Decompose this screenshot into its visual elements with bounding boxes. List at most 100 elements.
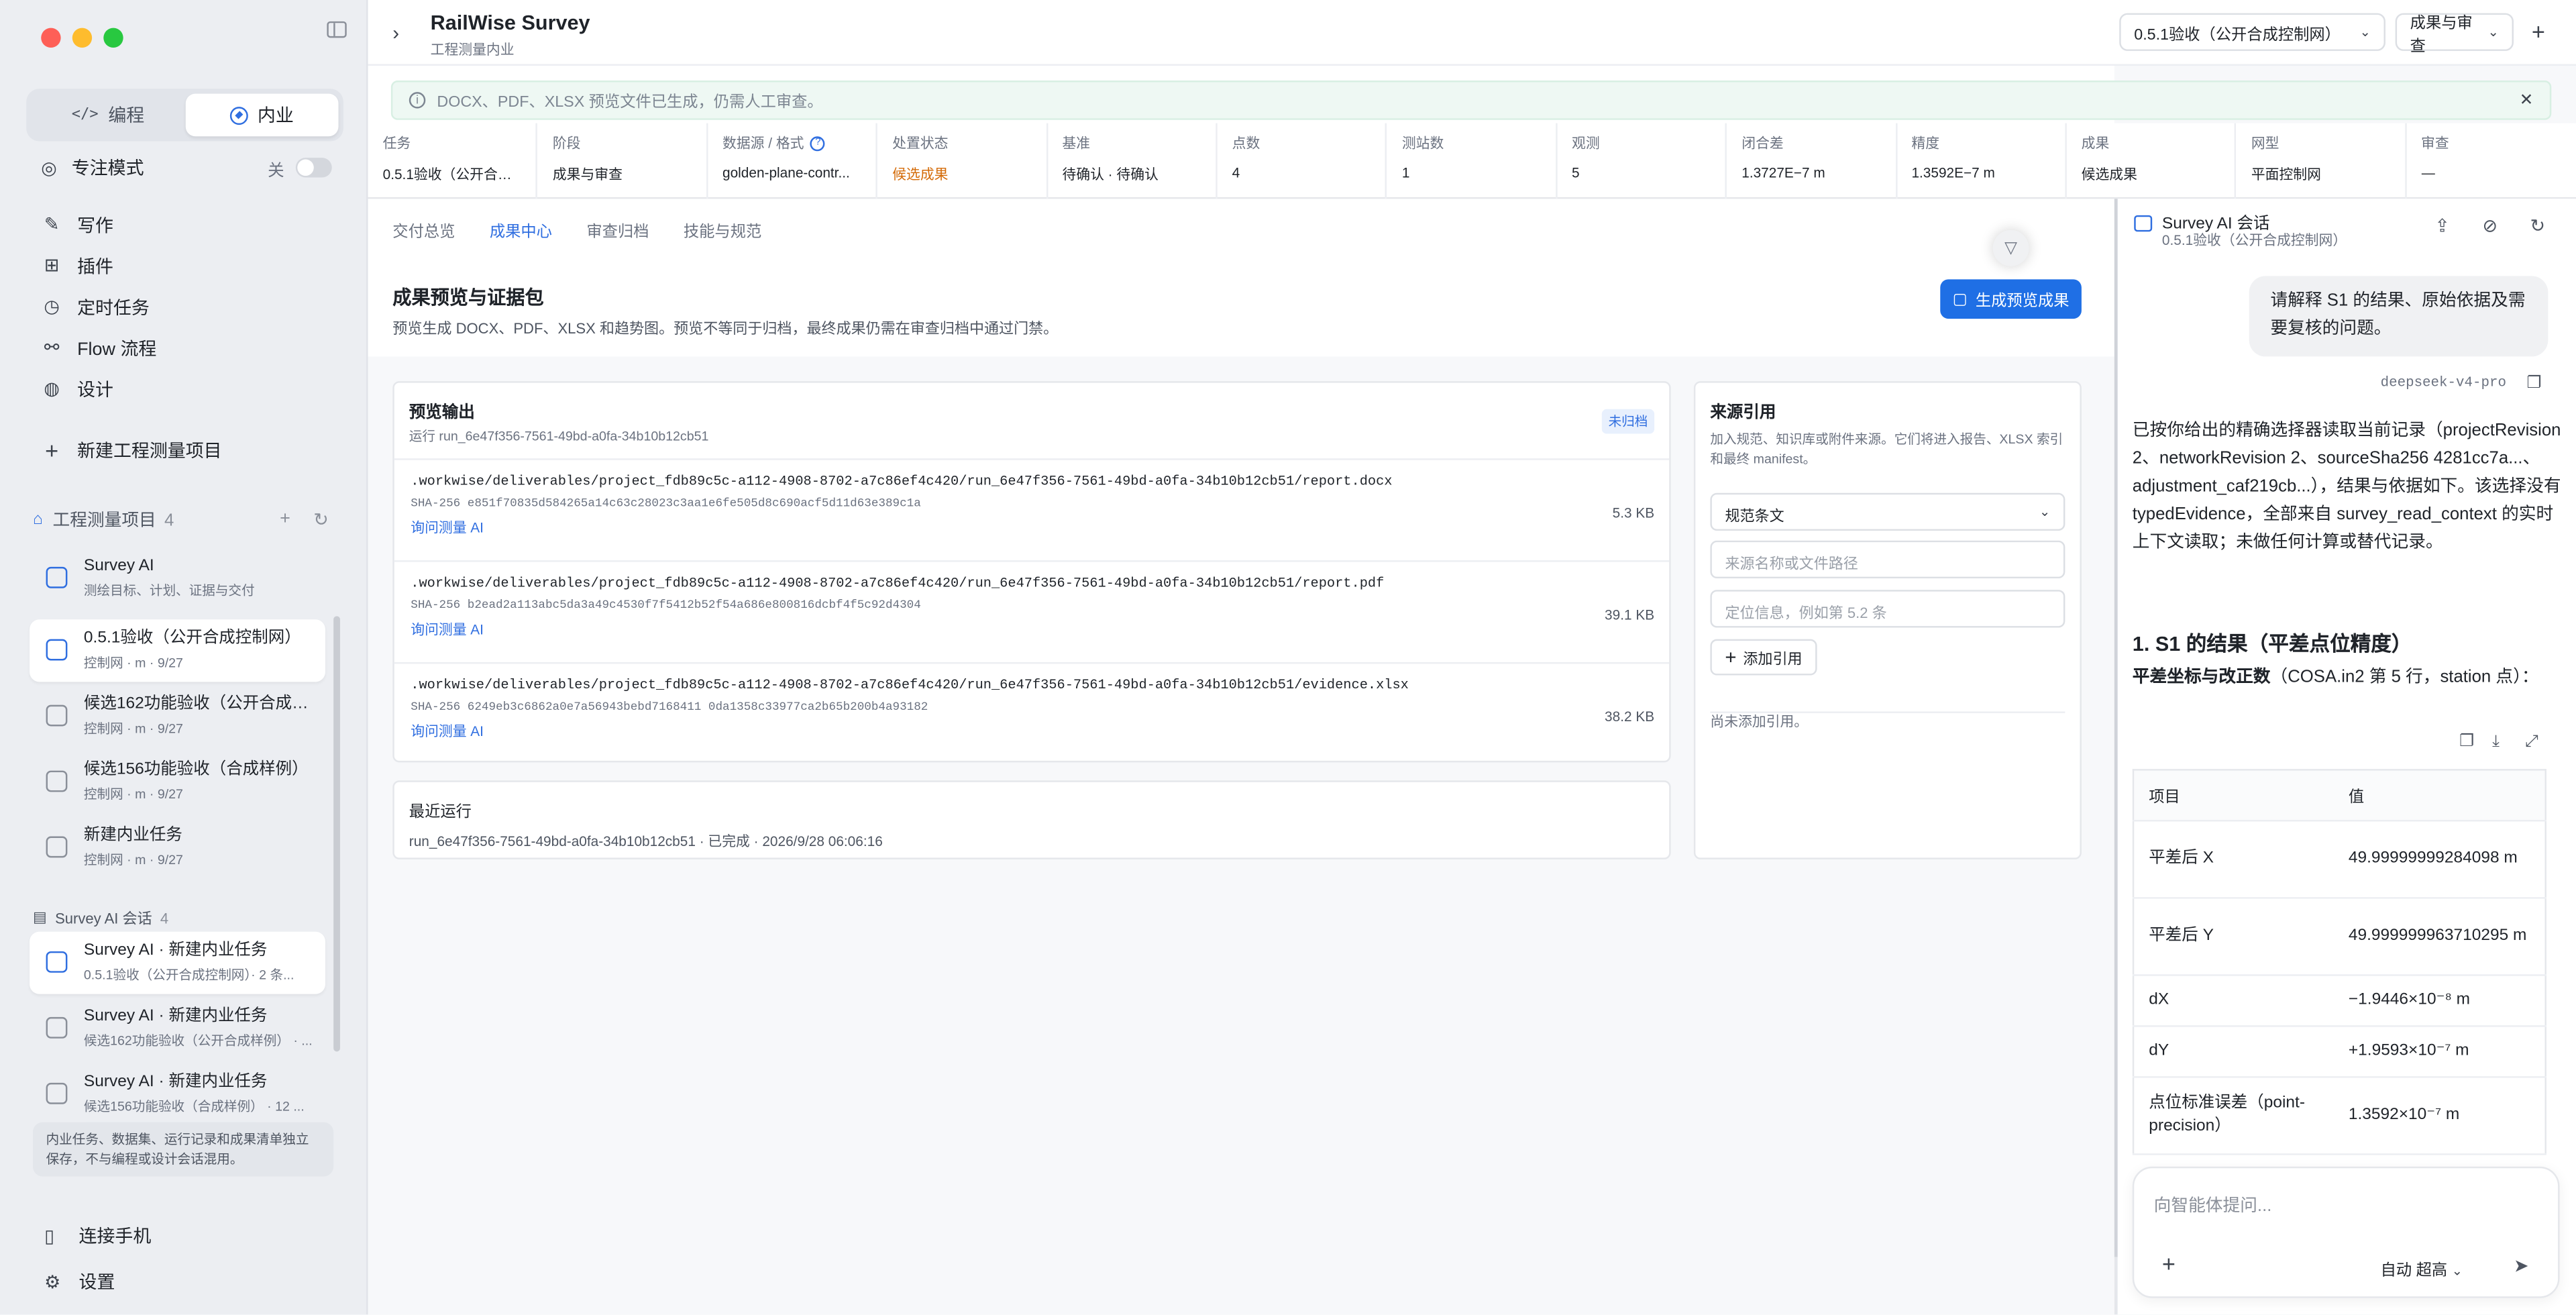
sources-empty-text: 尚未添加引用。 <box>1710 713 1809 730</box>
focus-mode-state: 关 <box>268 162 284 180</box>
section-desc: 预览生成 DOCX、PDF、XLSX 和趋势图。预览不等同于归档，最终成果仍需在… <box>392 320 1059 337</box>
stat-key: 审查 <box>2421 134 2449 152</box>
table-row: 平差后 X 49.99999999284098 m <box>2133 821 2546 899</box>
mode-tab-coding-label: 编程 <box>108 107 145 127</box>
connect-phone-button[interactable]: ▯ 连接手机 <box>44 1222 340 1249</box>
stat-value: 1.3727E−7 m <box>1741 164 1825 181</box>
sidebar-toggle-icon[interactable] <box>327 21 347 38</box>
stat-datum: 基准 待确认 · 待确认 <box>1047 123 1218 199</box>
file-path: .workwise/deliverables/project_fdb89c5c-… <box>411 678 1409 694</box>
mode-tab-coding[interactable]: </> 编程 <box>32 94 185 137</box>
add-icon[interactable]: + <box>2532 18 2545 44</box>
close-icon[interactable]: ✕ <box>2520 91 2534 109</box>
chat-input[interactable]: 向智能体提问... <box>2154 1193 2272 1218</box>
list-item[interactable]: Survey AI · 新建内业任务 候选162功能验收（公开合成样例） · .… <box>30 998 325 1060</box>
generate-preview-button[interactable]: ▢ 生成预览成果 <box>1940 279 2082 319</box>
document-icon: ▢ <box>1952 290 1968 309</box>
file-sha: SHA-256 e851f70835d584265a14c63c28023c3a… <box>411 498 921 511</box>
stat-stations: 测站数 1 <box>1387 123 1558 199</box>
file-sha: SHA-256 6249eb3c6862a0e7a56943bebd716841… <box>411 701 928 715</box>
minimize-window-button[interactable] <box>72 28 93 48</box>
download-icon[interactable]: ⤓ <box>2492 733 2500 751</box>
list-item-sub: 控制网 · m · 9/27 <box>83 787 183 802</box>
window-controls <box>41 28 123 48</box>
answer-paragraph: 平差坐标与改正数（COSA.in2 第 5 行，station 点）： <box>2133 664 2563 692</box>
agent-survey-ai[interactable]: Survey AI 测绘目标、计划、证据与交付 <box>30 547 325 610</box>
ask-ai-link[interactable]: 询问测量 AI <box>411 619 1652 639</box>
list-item-sub: 候选162功能验收（公开合成样例） · ... <box>83 1033 313 1049</box>
table-row: 平差后 Y 49.999999963710295 m <box>2133 898 2546 976</box>
tab-skills[interactable]: 技能与规范 <box>684 219 761 242</box>
source-location-input[interactable]: 定位信息，例如第 5.2 条 <box>1710 590 2065 628</box>
stage-select[interactable]: 成果与审查 ⌄ <box>2395 13 2514 55</box>
add-citation-button[interactable]: + 添加引用 <box>1710 639 1817 676</box>
tab-overview[interactable]: 交付总览 <box>392 219 455 242</box>
copy-icon[interactable]: ❐ <box>2459 733 2474 751</box>
chat-input-box[interactable]: 向智能体提问... + 自动 超高 ⌄ ➤ <box>2132 1166 2560 1298</box>
list-item-title: Survey AI · 新建内业任务 <box>83 1007 268 1026</box>
list-item[interactable]: 新建内业任务 控制网 · m · 9/27 <box>30 817 325 879</box>
table-row: 点位标准误差（point-precision） 1.3592×10⁻⁷ m <box>2133 1077 2546 1155</box>
list-item[interactable]: 0.5.1验收（公开合成控制网） 控制网 · m · 9/27 <box>30 619 325 682</box>
ask-ai-link[interactable]: 询问测量 AI <box>411 721 1652 741</box>
list-item[interactable]: Survey AI · 新建内业任务 0.5.1验收（公开合成控制网）· 2 条… <box>30 931 325 994</box>
filter-icon[interactable]: ▽ <box>1992 229 2029 266</box>
list-item-title: 候选156功能验收（合成样例） <box>83 760 309 779</box>
section-title: 成果预览与证据包 <box>392 289 544 309</box>
source-name-input[interactable]: 来源名称或文件路径 <box>1710 540 2065 579</box>
compass-icon[interactable]: ⊘ <box>2482 215 2498 236</box>
ask-ai-link[interactable]: 询问测量 AI <box>411 517 1652 537</box>
list-item-sub: 0.5.1验收（公开合成控制网）· 2 条... <box>83 967 294 983</box>
sidebar: </> 编程 内业 ◎ 专注模式 关 ✎ 写作 ⊞ 插件 ◷ 定时任务 ⚯ Fl… <box>0 0 368 1315</box>
list-item[interactable]: 候选162功能验收（公开合成样例） 控制网 · m · 9/27 <box>30 685 325 747</box>
recent-run-panel: 最近运行 run_6e47f356-7561-49bd-a0fa-34b10b1… <box>392 780 1671 859</box>
recent-run-text: run_6e47f356-7561-49bd-a0fa-34b10b12cb51… <box>409 833 883 850</box>
maximize-window-button[interactable] <box>103 28 123 48</box>
sidebar-item-flow[interactable]: ⚯ Flow 流程 <box>41 327 337 368</box>
table-cell: −1.9446×10⁻⁸ m <box>2333 975 2546 1027</box>
sidebar-scrollbar[interactable] <box>333 616 340 1052</box>
user-message: 请解释 S1 的结果、原始依据及需要复核的问题。 <box>2249 276 2548 357</box>
tab-results[interactable]: 成果中心 <box>490 219 552 242</box>
refresh-icon[interactable]: ↻ <box>2530 215 2545 236</box>
refresh-icon[interactable]: ↻ <box>313 509 329 531</box>
stat-key: 阶段 <box>552 134 581 152</box>
send-icon[interactable]: ➤ <box>2514 1255 2529 1276</box>
share-icon[interactable]: ⇪ <box>2434 215 2450 236</box>
list-item[interactable]: Survey AI · 新建内业任务 候选156功能验收（合成样例） · 12 … <box>30 1063 325 1126</box>
list-item-sub: 候选156功能验收（合成样例） · 12 ... <box>83 1099 305 1114</box>
chevron-down-icon: ⌄ <box>2487 24 2499 40</box>
table-cell: 1.3592×10⁻⁷ m <box>2333 1077 2546 1155</box>
info-icon: i <box>409 92 426 109</box>
mode-selector[interactable]: 自动 超高 ⌄ <box>2381 1257 2463 1280</box>
sidebar-item-plugins[interactable]: ⊞ 插件 <box>41 245 337 286</box>
add-project-icon[interactable]: + <box>280 509 290 531</box>
attach-plus-icon[interactable]: + <box>2162 1251 2176 1277</box>
help-icon[interactable]: ? <box>810 136 826 151</box>
task-select[interactable]: 0.5.1验收（公开合成控制网） ⌄ <box>2119 13 2385 51</box>
source-type-select[interactable]: 规范条文 ⌄ <box>1710 492 2065 531</box>
expand-icon[interactable]: ⤢ <box>2525 733 2538 751</box>
new-project-button[interactable]: + 新建工程测量项目 <box>41 429 337 470</box>
focus-mode-label: 专注模式 <box>71 159 144 179</box>
focus-mode-toggle[interactable] <box>295 158 332 178</box>
stat-value: 1 <box>1401 164 1410 181</box>
stat-result: 成果 候选成果 <box>2067 123 2237 199</box>
list-item-title: 候选162功能验收（公开合成样例） <box>83 694 317 713</box>
focus-icon: ◎ <box>41 158 57 178</box>
tab-archive[interactable]: 审查归档 <box>586 219 649 242</box>
copy-icon[interactable]: ❐ <box>2527 374 2542 392</box>
stat-value: 平面控制网 <box>2251 166 2321 182</box>
answer-heading: 1. S1 的结果（平差点位精度） <box>2132 632 2412 656</box>
list-item[interactable]: 候选156功能验收（合成样例） 控制网 · m · 9/27 <box>30 751 325 813</box>
mode-tab-office[interactable]: 内业 <box>184 93 339 137</box>
sidebar-item-writing[interactable]: ✎ 写作 <box>41 204 337 245</box>
projects-header: ⌂ 工程测量项目 4 + ↻ <box>33 508 329 533</box>
sidebar-note: 内业任务、数据集、运行记录和成果清单独立保存，不与编程或设计会话混用。 <box>32 1122 334 1177</box>
chat-subtitle: 0.5.1验收（公开合成控制网） <box>2161 231 2347 248</box>
settings-button[interactable]: ⚙ 设置 <box>44 1269 340 1295</box>
close-window-button[interactable] <box>41 28 61 48</box>
sidebar-item-design[interactable]: ◍ 设计 <box>41 368 337 409</box>
chevron-right-icon[interactable]: › <box>392 21 399 44</box>
sidebar-item-schedule[interactable]: ◷ 定时任务 <box>41 286 337 327</box>
